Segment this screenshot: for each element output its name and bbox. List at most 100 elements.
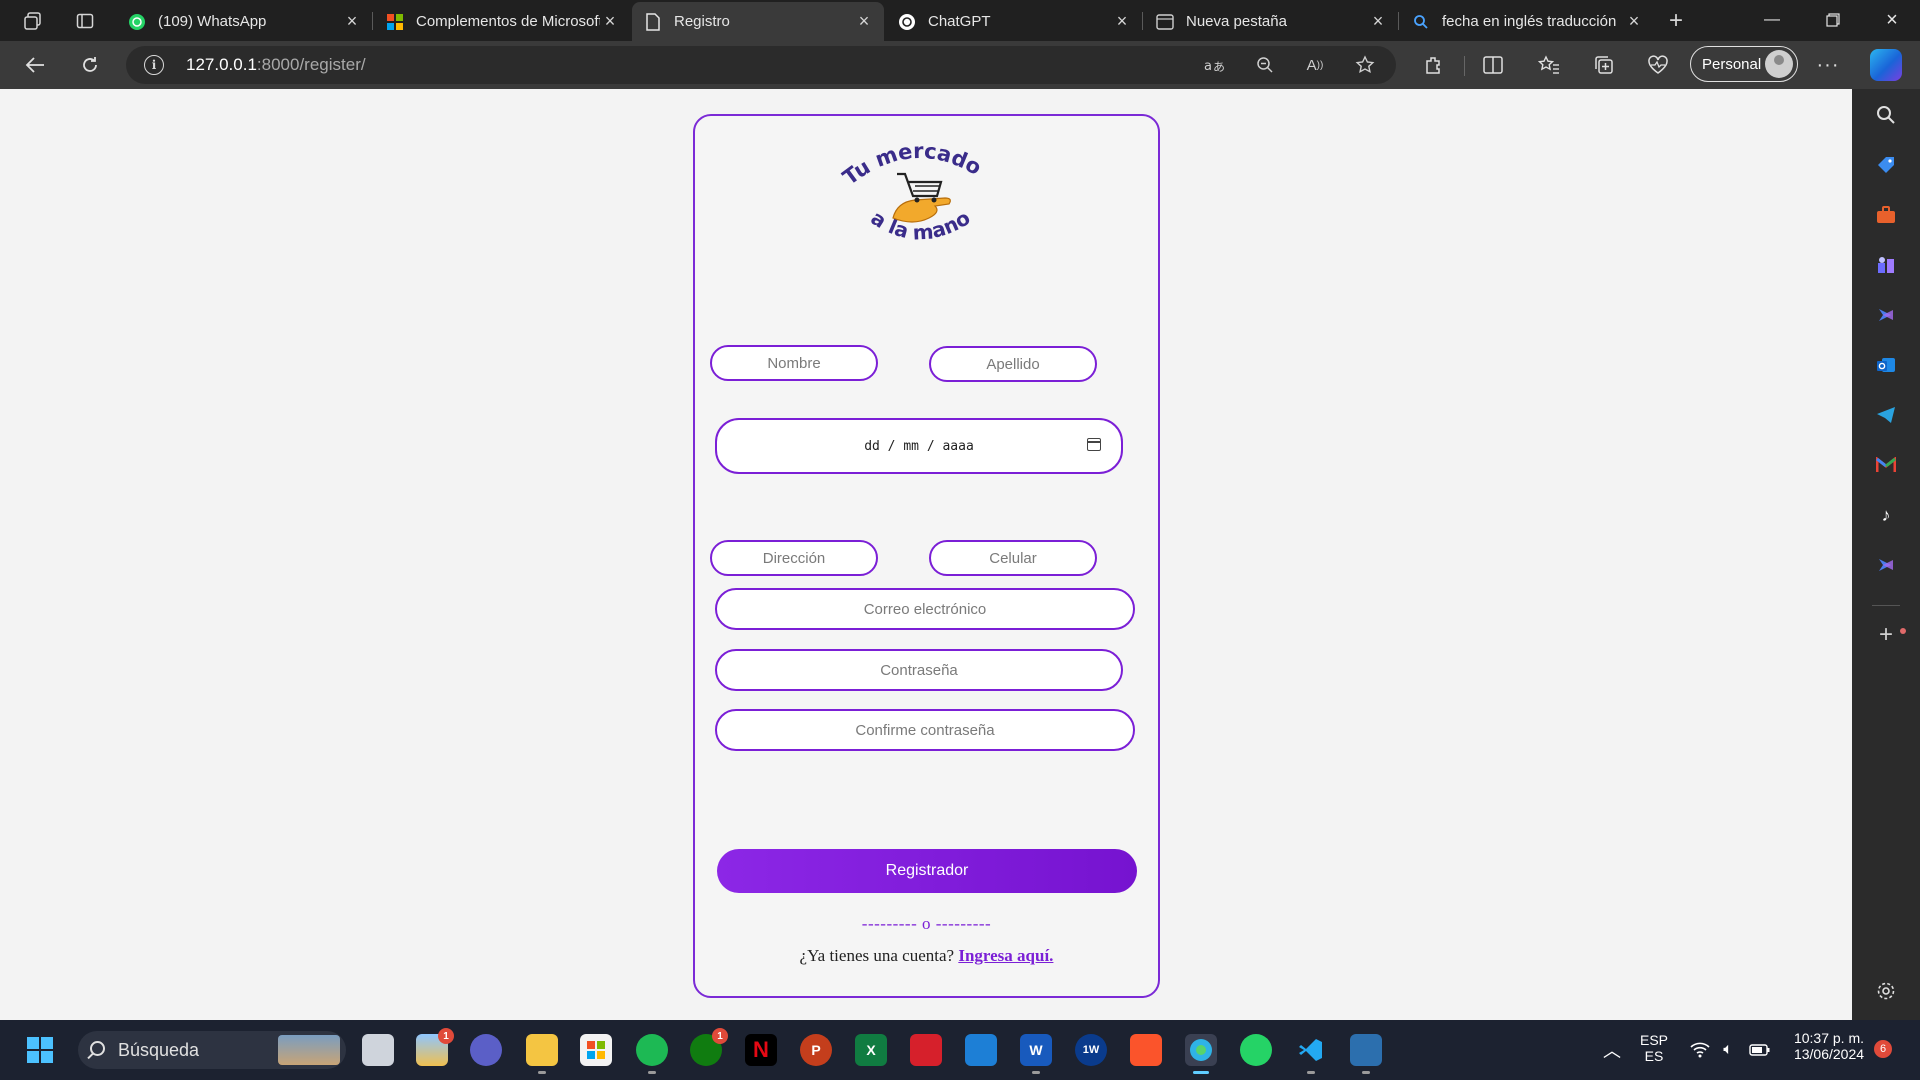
close-icon[interactable]: × xyxy=(600,11,620,32)
taskbar-search[interactable]: Búsqueda xyxy=(78,1031,346,1069)
minimize-icon[interactable]: — xyxy=(1744,0,1800,40)
read-aloud-icon[interactable]: A)) xyxy=(1302,53,1328,77)
browser-essentials-icon[interactable] xyxy=(1643,50,1673,80)
tab-new-tab[interactable]: Nueva pestaña × xyxy=(1144,2,1398,41)
tab-actions-icon[interactable] xyxy=(72,8,98,34)
collections-icon[interactable] xyxy=(1589,50,1619,80)
close-icon[interactable]: × xyxy=(1112,11,1132,32)
outlook-icon[interactable] xyxy=(1874,353,1898,377)
xbox-badge: 1 xyxy=(712,1028,728,1044)
confirm-password-field[interactable] xyxy=(715,709,1135,751)
tools-icon[interactable] xyxy=(1874,203,1898,227)
teams-meet-icon[interactable] xyxy=(470,1034,502,1066)
spotify-icon[interactable] xyxy=(636,1034,668,1066)
login-link[interactable]: Ingresa aquí. xyxy=(958,946,1053,965)
search-icon xyxy=(90,1041,105,1056)
gmail-icon[interactable] xyxy=(1874,453,1898,477)
mcafee-icon[interactable] xyxy=(910,1034,942,1066)
back-arrow-icon[interactable] xyxy=(20,50,50,80)
file-explorer-icon[interactable] xyxy=(526,1034,558,1066)
netflix-icon[interactable]: N xyxy=(745,1034,777,1066)
direccion-input[interactable] xyxy=(712,542,876,574)
whatsapp-taskbar-icon[interactable] xyxy=(1240,1034,1272,1066)
date-placeholder: dd / mm / aaaa xyxy=(864,438,974,454)
new-tab-plus-icon[interactable]: + xyxy=(1663,7,1689,34)
url-text[interactable]: 127.0.0.1:8000/register/ xyxy=(186,55,366,75)
volume-icon[interactable]: 🔈︎ xyxy=(1712,1034,1744,1066)
email-input[interactable] xyxy=(717,590,1133,628)
excel-icon[interactable]: X xyxy=(855,1034,887,1066)
close-icon[interactable]: × xyxy=(1368,11,1388,32)
extensions-icon[interactable] xyxy=(1418,50,1448,80)
tab-search-traduccion[interactable]: fecha en inglés traducción × xyxy=(1400,2,1654,41)
copilot-icon[interactable] xyxy=(1870,49,1902,81)
address-bar[interactable]: i 127.0.0.1:8000/register/ aあ A)) xyxy=(126,46,1396,84)
close-icon[interactable]: × xyxy=(854,11,874,32)
input-language[interactable]: ESP ES xyxy=(1636,1032,1672,1064)
confirm-password-input[interactable] xyxy=(717,711,1133,749)
clock-time: 10:37 p. m. xyxy=(1793,1030,1865,1046)
more-options-icon[interactable]: ··· xyxy=(1813,50,1843,80)
search-icon[interactable] xyxy=(1874,103,1898,127)
word-icon[interactable]: W xyxy=(1020,1034,1052,1066)
battery-icon[interactable] xyxy=(1744,1034,1776,1066)
apellido-input[interactable] xyxy=(931,348,1095,380)
tab-registro[interactable]: Registro × xyxy=(632,2,884,41)
weather-icon[interactable]: 1 xyxy=(416,1028,454,1066)
powerpoint-icon[interactable]: P xyxy=(800,1034,832,1066)
nombre-field[interactable] xyxy=(710,345,878,381)
email-field[interactable] xyxy=(715,588,1135,630)
translate-icon[interactable]: aあ xyxy=(1202,53,1228,77)
close-icon[interactable]: × xyxy=(1624,11,1644,32)
1weather-icon[interactable]: 1W xyxy=(1075,1034,1107,1066)
register-button[interactable]: Registrador xyxy=(717,849,1137,893)
zoom-out-icon[interactable] xyxy=(1252,53,1278,77)
profile-button[interactable]: Personal xyxy=(1690,46,1798,82)
notification-count-badge[interactable]: 6 xyxy=(1874,1040,1892,1058)
copilot-sidebar-icon[interactable] xyxy=(1874,303,1898,327)
brand-logo: Tu mercado a la mano xyxy=(838,139,985,245)
sidebar-settings-icon[interactable] xyxy=(1874,979,1898,1003)
refresh-icon[interactable] xyxy=(75,50,105,80)
password-field[interactable] xyxy=(715,649,1123,691)
favorite-star-icon[interactable] xyxy=(1352,53,1378,77)
split-screen-icon[interactable] xyxy=(1478,50,1508,80)
clock[interactable]: 10:37 p. m. 13/06/2024 xyxy=(1784,1030,1874,1062)
shopping-tag-icon[interactable] xyxy=(1874,153,1898,177)
add-sidebar-app-icon[interactable]: + xyxy=(1874,621,1898,648)
birthdate-field[interactable]: dd / mm / aaaa xyxy=(715,418,1123,474)
celular-input[interactable] xyxy=(931,542,1095,574)
tiktok-icon[interactable]: ♪ xyxy=(1874,503,1898,527)
chevron-up-icon[interactable]: ︿ xyxy=(1596,1034,1628,1066)
register-card: Tu mercado a la mano dd / mm / aaaa xyxy=(693,114,1160,998)
direccion-field[interactable] xyxy=(710,540,878,576)
favorites-icon[interactable] xyxy=(1534,50,1564,80)
window-close-icon[interactable]: × xyxy=(1864,0,1920,40)
password-input[interactable] xyxy=(717,651,1121,689)
task-view-icon[interactable] xyxy=(362,1034,394,1066)
games-icon[interactable] xyxy=(1874,253,1898,277)
login-prompt-text: ¿Ya tienes una cuenta? xyxy=(799,946,955,965)
nombre-input[interactable] xyxy=(712,347,876,379)
telegram-icon[interactable] xyxy=(1874,403,1898,427)
tab-whatsapp[interactable]: (109) WhatsApp × xyxy=(116,2,372,41)
microsoft-store-icon[interactable] xyxy=(580,1034,612,1066)
vscode-icon[interactable] xyxy=(1295,1034,1327,1066)
celular-field[interactable] xyxy=(929,540,1097,576)
edge-active-icon[interactable] xyxy=(1185,1034,1217,1066)
tab-microsoft-addons[interactable]: Complementos de Microsoft × xyxy=(374,2,630,41)
url-path: :8000/register/ xyxy=(256,55,366,74)
snipping-tool-icon[interactable] xyxy=(1350,1034,1382,1066)
restore-icon[interactable] xyxy=(1805,0,1861,40)
apellido-field[interactable] xyxy=(929,346,1097,382)
xbox-icon[interactable]: 1 xyxy=(690,1028,728,1066)
close-icon[interactable]: × xyxy=(342,11,362,32)
copilot-app-icon[interactable] xyxy=(1874,553,1898,577)
workspaces-icon[interactable] xyxy=(20,8,46,34)
brave-icon[interactable] xyxy=(1130,1034,1162,1066)
mail-icon[interactable] xyxy=(965,1034,997,1066)
tab-chatgpt[interactable]: ChatGPT × xyxy=(886,2,1142,41)
windows-start-icon[interactable] xyxy=(24,1034,56,1066)
calendar-icon[interactable] xyxy=(1087,438,1101,451)
site-info-icon[interactable]: i xyxy=(144,55,164,75)
